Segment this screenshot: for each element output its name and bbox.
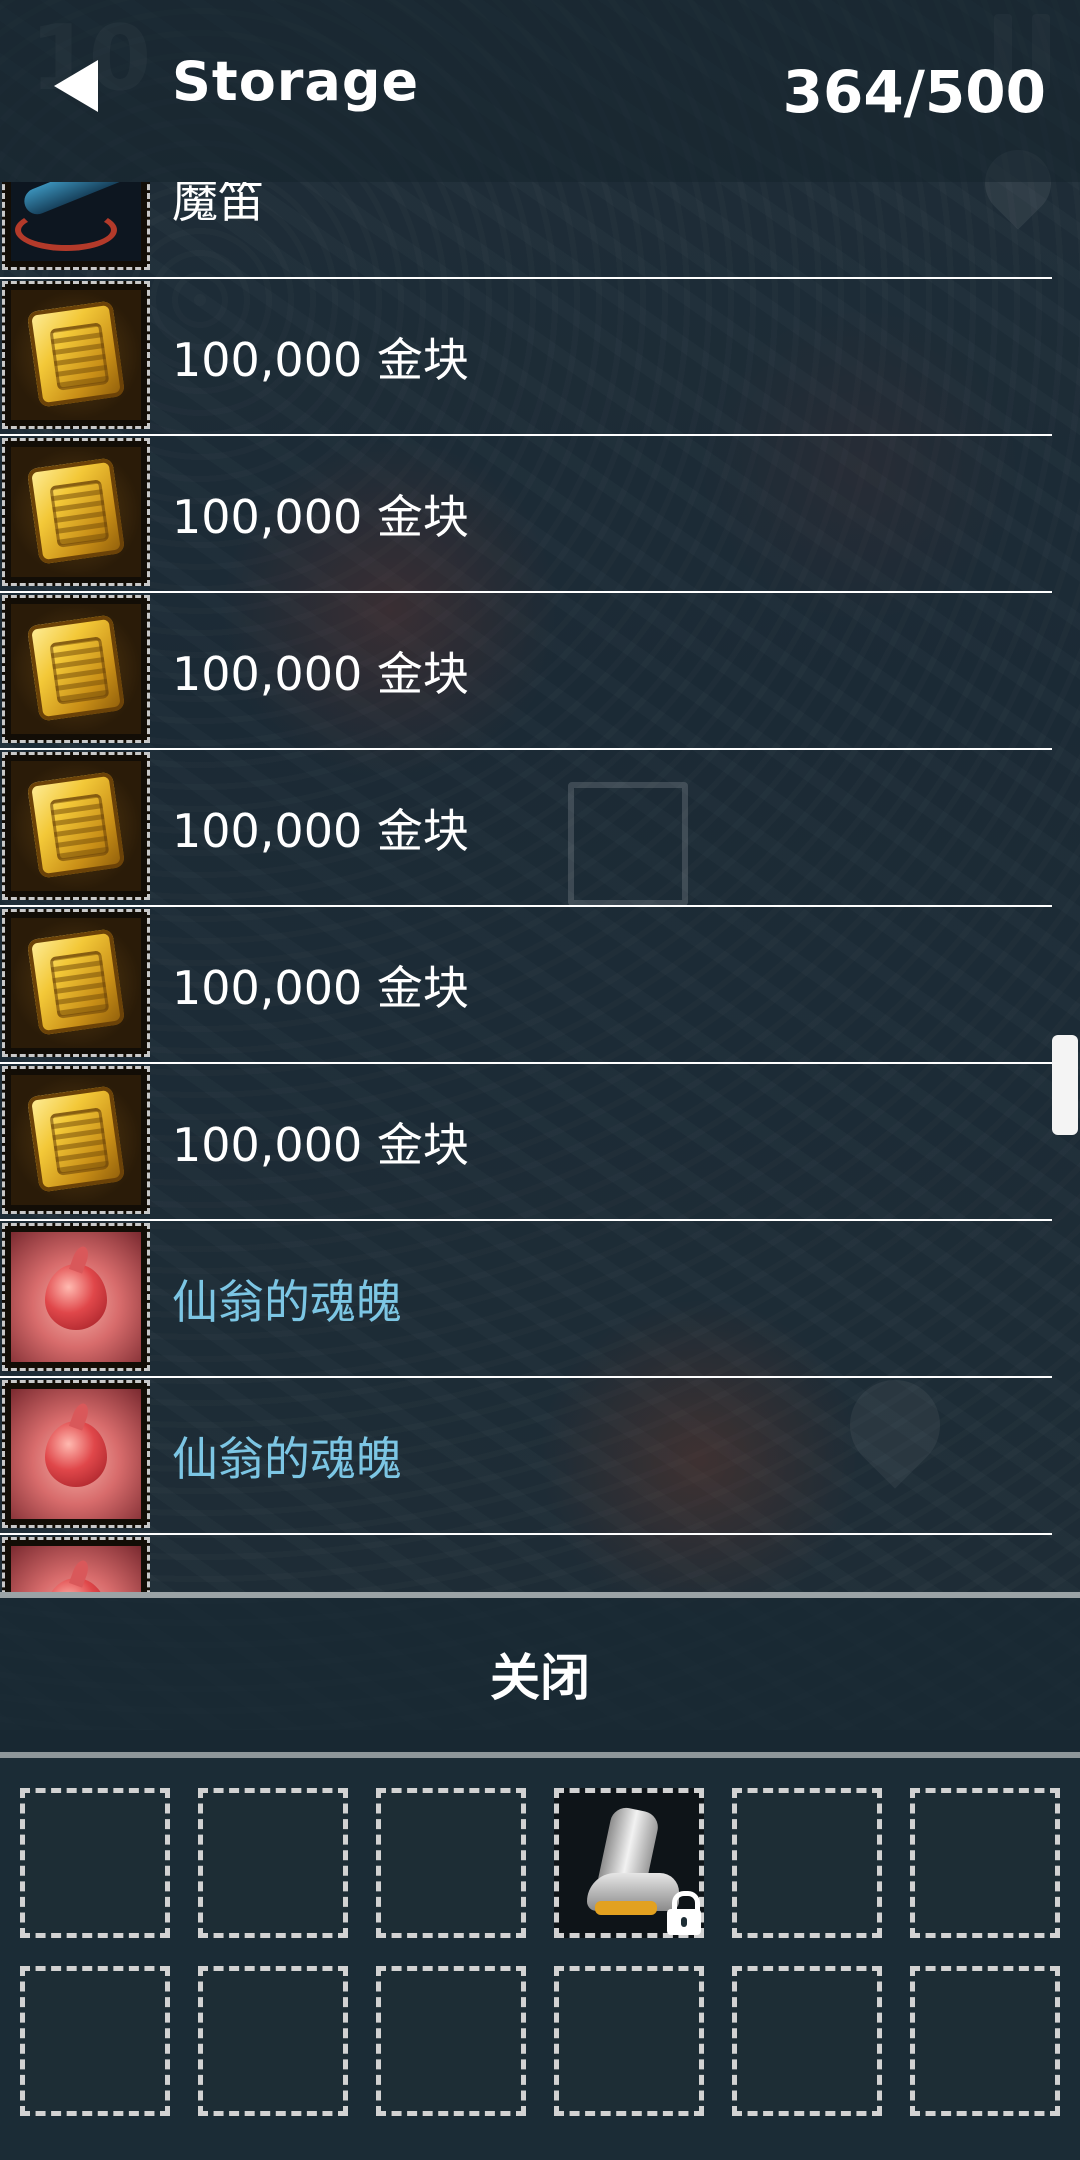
inventory-slot[interactable]	[20, 1788, 170, 1938]
item-name: 100,000 金块	[172, 646, 469, 701]
item-name: 仙翁的魂魄	[172, 1274, 402, 1329]
list-item[interactable]: 100,000 金块	[0, 1062, 1052, 1219]
inventory-slot[interactable]	[554, 1788, 704, 1938]
item-icon-frame	[2, 909, 150, 1057]
list-item[interactable]: 仙翁的魂魄	[0, 1219, 1052, 1376]
item-name: 100,000 金块	[172, 960, 469, 1015]
gold-block-icon	[11, 761, 141, 891]
close-bar: 关闭	[0, 1592, 1080, 1752]
inventory-panel	[0, 1752, 1080, 2160]
inventory-slot[interactable]	[198, 1788, 348, 1938]
item-icon-frame	[2, 182, 150, 270]
storage-header: Storage 364/500	[0, 0, 1080, 182]
list-item[interactable]: 100,000 金块	[0, 277, 1052, 434]
list-scrollbar[interactable]	[1052, 182, 1080, 1592]
inventory-slot[interactable]	[910, 1966, 1060, 2116]
inventory-slot[interactable]	[554, 1966, 704, 2116]
gold-block-icon	[11, 447, 141, 577]
list-item[interactable]: 100,000 金块	[0, 748, 1052, 905]
item-icon-frame	[2, 1223, 150, 1371]
item-icon-frame	[2, 281, 150, 429]
item-name: 仙翁的魂魄	[172, 1431, 402, 1486]
inventory-slot[interactable]	[732, 1788, 882, 1938]
item-icon-frame	[2, 1537, 150, 1592]
list-item[interactable]: 100,000 金块	[0, 905, 1052, 1062]
item-name: 100,000 金块	[172, 1117, 469, 1172]
soul-orb-icon	[11, 1389, 141, 1519]
lock-icon	[665, 1891, 703, 1935]
list-item[interactable]: 100,000 金块	[0, 434, 1052, 591]
back-arrow-icon	[54, 60, 98, 112]
item-name: 魔笛	[172, 182, 264, 228]
item-name: 100,000 金块	[172, 332, 469, 387]
item-name: 100,000 金块	[172, 489, 469, 544]
list-item[interactable]: 仙翁的魂魄	[0, 1376, 1052, 1533]
item-icon-frame	[2, 595, 150, 743]
close-button[interactable]: 关闭	[390, 1628, 690, 1728]
list-item[interactable]: 魔笛	[0, 182, 1052, 275]
soul-orb-icon	[11, 1546, 141, 1592]
magic-flute-icon	[11, 182, 141, 261]
item-icon-frame	[2, 1066, 150, 1214]
storage-capacity: 364/500	[782, 58, 1046, 126]
item-name: 仙翁的魂魄	[172, 1580, 402, 1593]
scrollbar-thumb[interactable]	[1052, 1035, 1078, 1135]
back-button[interactable]	[46, 56, 106, 116]
item-icon-frame	[2, 438, 150, 586]
soul-orb-icon	[11, 1232, 141, 1362]
list-item[interactable]: 100,000 金块	[0, 591, 1052, 748]
gold-block-icon	[11, 290, 141, 420]
item-icon-frame	[2, 752, 150, 900]
gold-block-icon	[11, 1075, 141, 1205]
gold-block-icon	[11, 604, 141, 734]
inventory-slot[interactable]	[376, 1788, 526, 1938]
inventory-slot[interactable]	[20, 1966, 170, 2116]
inventory-slot[interactable]	[910, 1788, 1060, 1938]
storage-item-list[interactable]: 魔笛 100,000 金块 100,000 金块 100,000 金块 100,…	[0, 182, 1052, 1592]
inventory-slot[interactable]	[732, 1966, 882, 2116]
inventory-slot[interactable]	[198, 1966, 348, 2116]
inventory-slot[interactable]	[376, 1966, 526, 2116]
list-item[interactable]: 仙翁的魂魄	[0, 1533, 1052, 1592]
item-name: 100,000 金块	[172, 803, 469, 858]
page-title: Storage	[172, 50, 420, 113]
item-icon-frame	[2, 1380, 150, 1528]
gold-block-icon	[11, 918, 141, 1048]
